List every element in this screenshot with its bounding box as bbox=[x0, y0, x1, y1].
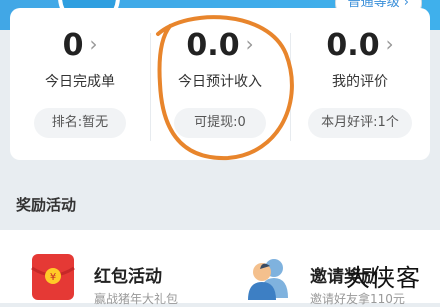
section-title: 奖励活动 bbox=[16, 196, 77, 214]
stat-value-wrap: 0 › bbox=[10, 28, 150, 63]
stat-label: 今日预计收入 bbox=[178, 74, 262, 90]
activity-title: 红包活动 bbox=[94, 267, 162, 287]
stat-label: 今日完成单 bbox=[45, 74, 115, 90]
stat-value: 0.0 bbox=[186, 28, 240, 63]
chevron-right-icon: › bbox=[89, 32, 98, 56]
activity-subtitle: 赢战猪年大礼包 bbox=[94, 292, 179, 306]
rank-chip: 排名:暂无 bbox=[34, 108, 126, 138]
chevron-right-icon: › bbox=[245, 32, 254, 56]
users-icon bbox=[248, 259, 288, 300]
stat-completed-orders[interactable]: 0 › 今日完成单 排名:暂无 bbox=[10, 8, 150, 158]
stat-value: 0 bbox=[62, 28, 84, 63]
svg-text:¥: ¥ bbox=[50, 272, 56, 283]
stat-label: 我的评价 bbox=[332, 74, 388, 90]
stats-card: 0 › 今日完成单 排名:暂无 0.0 › 今日预计收入 可提现:0 0.0 › 我的… bbox=[10, 8, 430, 160]
chevron-right-icon: › bbox=[385, 32, 394, 56]
stat-value-wrap: 0.0 › bbox=[150, 28, 290, 63]
monthly-rating-chip: 本月好评:1个 bbox=[308, 108, 412, 138]
stat-expected-income[interactable]: 0.0 › 今日预计收入 可提现:0 bbox=[150, 8, 290, 158]
activity-red-packet[interactable]: ¥ 红包活动 赢战猪年大礼包 bbox=[30, 244, 210, 306]
stat-my-rating[interactable]: 0.0 › 我的评价 本月好评:1个 bbox=[290, 8, 430, 158]
withdrawable-chip: 可提现:0 bbox=[174, 108, 266, 138]
stat-value-wrap: 0.0 › bbox=[290, 28, 430, 63]
stat-value: 0.0 bbox=[326, 28, 380, 63]
red-envelope-icon: ¥ bbox=[31, 254, 75, 300]
watermark-logo: 大侠客 bbox=[346, 264, 421, 292]
